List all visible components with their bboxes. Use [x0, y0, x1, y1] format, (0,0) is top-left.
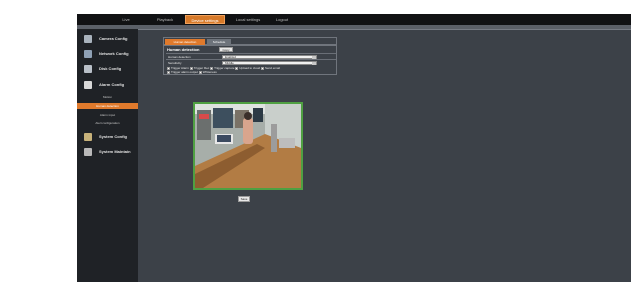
camera-scene-image [195, 104, 301, 188]
sidebar-item-label: Alarm Config [99, 82, 125, 87]
nav-device-settings[interactable]: Device settings [185, 15, 225, 24]
subitem-alarm-input[interactable]: Alarm input [77, 112, 138, 118]
camera-preview[interactable] [193, 102, 303, 190]
sidebar-item-camera-config[interactable]: Camera Config [79, 33, 136, 45]
checkbox[interactable] [198, 70, 202, 74]
save-button[interactable]: Save [238, 196, 250, 202]
sidebar-item-network-config[interactable]: Network Config [79, 48, 136, 60]
top-nav: Live Playback Device settings Local sett… [77, 14, 631, 25]
disk-icon [84, 65, 92, 73]
subitem-alert-configuration[interactable]: Alert configuration [77, 120, 138, 126]
tab-bar: Human detection Schedule [163, 37, 337, 45]
chevron-down-icon [312, 62, 316, 65]
sidebar-item-alarm-config[interactable]: Alarm Config [79, 79, 136, 91]
nav-live[interactable]: Live [117, 15, 135, 24]
nav-logout[interactable]: Logout [273, 15, 291, 24]
system-icon [84, 133, 92, 141]
sidebar-item-label: Camera Config [99, 36, 128, 41]
checkbox[interactable] [167, 70, 170, 74]
nav-local-settings[interactable]: Local settings [233, 15, 263, 24]
sidebar-item-system-config[interactable]: System Config [79, 131, 136, 143]
checkbox-label: Trigger alarm output [171, 70, 198, 74]
maintain-icon [84, 148, 92, 156]
sensitivity-select[interactable]: Middle [222, 61, 317, 65]
app-window: Live Playback Device settings Local sett… [77, 14, 631, 282]
sidebar-item-label: System Config [99, 134, 128, 139]
select-value: Middle [225, 61, 234, 65]
sidebar-item-label: Disk Config [99, 66, 122, 71]
sidebar-item-system-maintain[interactable]: System Maintain [79, 146, 136, 158]
sidebar: Camera Config Network Config Disk Config… [77, 29, 138, 282]
network-icon [84, 50, 92, 58]
camera-icon [84, 35, 92, 43]
subitem-motion[interactable]: Motion [77, 94, 138, 100]
sidebar-item-disk-config[interactable]: Disk Config [79, 63, 136, 75]
sidebar-item-label: System Maintain [99, 149, 131, 154]
row-sensitivity: Sensitivity Middle [166, 59, 336, 66]
main-content: Human detection Schedule Human detection… [138, 29, 631, 282]
subitem-human-detection[interactable]: Human detection [77, 103, 138, 109]
nav-playback[interactable]: Playback [153, 15, 177, 24]
checkbox-label: Whiteness [202, 70, 217, 74]
settings-panel: Human detection Copy Human detection Ena… [163, 45, 337, 75]
alarm-icon [84, 81, 92, 89]
sidebar-item-label: Network Config [99, 51, 129, 56]
copy-button[interactable]: Copy [219, 47, 233, 52]
checkbox-row-2: Trigger alarm output Whiteness [167, 70, 337, 74]
